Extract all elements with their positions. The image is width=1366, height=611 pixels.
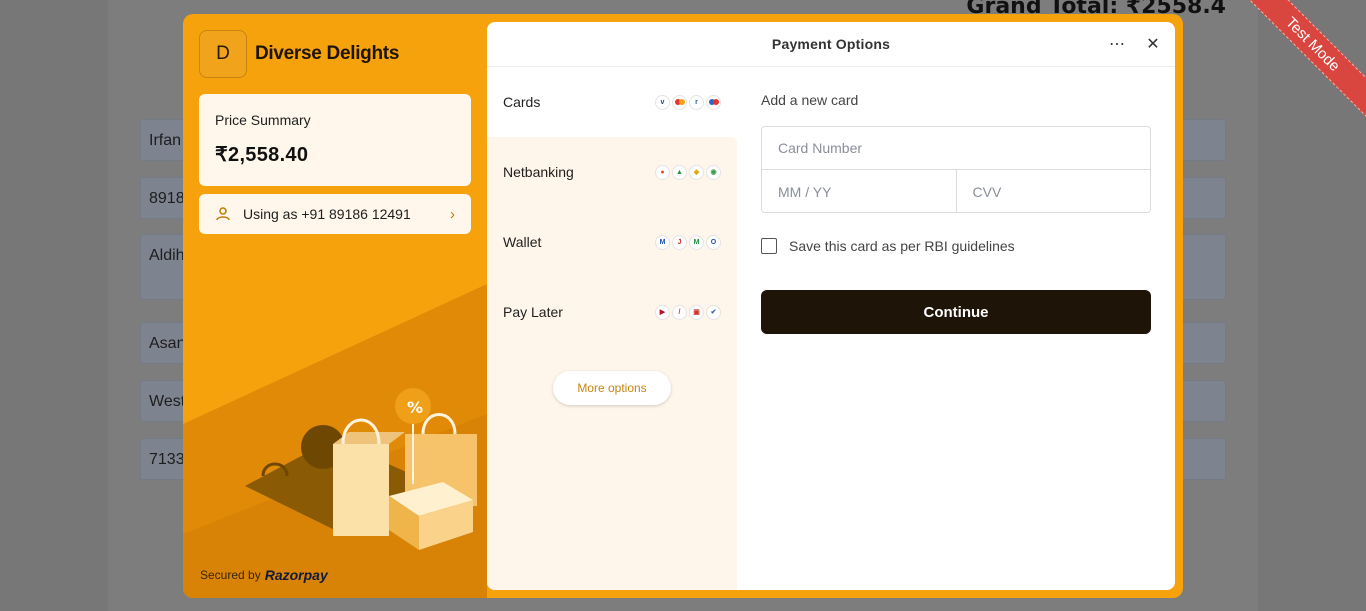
payment-options-panel: Payment Options ⋯ ✕ Cards v r Netbanking…: [487, 22, 1175, 590]
user-contact-label: Using as +91 89186 12491: [243, 206, 411, 222]
visa-icon: v: [655, 94, 670, 110]
panel-header: Payment Options ⋯ ✕: [487, 22, 1175, 67]
panel-title: Payment Options: [771, 36, 891, 52]
method-label: Cards: [503, 94, 541, 110]
user-contact-row[interactable]: Using as +91 89186 12491 ›: [199, 194, 471, 234]
more-options-label: More options: [577, 381, 647, 395]
more-options-button[interactable]: More options: [553, 371, 671, 405]
secured-by-label: Secured by: [200, 568, 261, 582]
paylater-icon-3: ▣: [689, 304, 704, 320]
maestro-icon: [706, 94, 721, 110]
method-pay-later[interactable]: Pay Later ▶ / ▣ ✔: [487, 277, 737, 347]
merchant-brand: D Diverse Delights: [199, 30, 399, 78]
method-icons: M J M O: [653, 234, 721, 250]
more-menu-icon[interactable]: ⋯: [1105, 32, 1129, 56]
method-cards[interactable]: Cards v r: [487, 67, 737, 137]
price-amount: ₹2,558.40: [215, 144, 309, 166]
save-card-label: Save this card as per RBI guidelines: [789, 238, 1015, 254]
method-netbanking[interactable]: Netbanking ● ▲ ◆ ◉: [487, 137, 737, 207]
paylater-icon-4: ✔: [706, 304, 721, 320]
method-wallet[interactable]: Wallet M J M O: [487, 207, 737, 277]
payment-methods-list: Cards v r Netbanking ● ▲ ◆ ◉ Wallet M J …: [487, 67, 737, 590]
bank-icon-1: ●: [655, 164, 670, 180]
close-icon[interactable]: ✕: [1141, 32, 1165, 56]
wallet-icon-2: J: [672, 234, 687, 250]
save-card-checkbox[interactable]: [761, 238, 777, 254]
checkout-modal: % D Diverse Delights Price Summary ₹2,55…: [183, 14, 1183, 598]
merchant-name: Diverse Delights: [255, 43, 400, 64]
rupay-icon: r: [689, 94, 704, 110]
method-icons: ● ▲ ◆ ◉: [653, 164, 721, 180]
method-icons: ▶ / ▣ ✔: [653, 304, 721, 320]
bank-icon-3: ◆: [689, 164, 704, 180]
secured-by: Secured by Razorpay: [200, 567, 328, 583]
price-summary-card: Price Summary ₹2,558.40: [199, 94, 471, 186]
save-card-row: Save this card as per RBI guidelines: [761, 238, 1151, 254]
card-number-input[interactable]: Card Number: [762, 127, 1150, 169]
cvv-input[interactable]: CVV: [955, 170, 1151, 213]
merchant-logo: D: [199, 30, 247, 78]
bank-icon-2: ▲: [672, 164, 687, 180]
mastercard-icon: [672, 94, 687, 110]
add-card-title: Add a new card: [761, 92, 859, 108]
continue-button[interactable]: Continue: [761, 290, 1151, 334]
razorpay-logo: Razorpay: [264, 567, 328, 583]
method-label: Netbanking: [503, 164, 574, 180]
continue-label: Continue: [923, 303, 989, 321]
method-label: Wallet: [503, 234, 542, 250]
card-input-group: Card Number MM / YY CVV: [761, 126, 1151, 213]
expiry-input[interactable]: MM / YY: [762, 170, 956, 213]
method-label: Pay Later: [503, 304, 563, 320]
user-icon: [215, 206, 235, 222]
price-summary-label: Price Summary: [215, 112, 311, 128]
chevron-right-icon: ›: [450, 205, 455, 223]
svg-text:%: %: [407, 398, 423, 417]
paylater-icon-1: ▶: [655, 304, 670, 320]
bank-icon-4: ◉: [706, 164, 721, 180]
wallet-icon-1: M: [655, 234, 670, 250]
add-card-form: Add a new card Card Number MM / YY CVV S…: [761, 92, 1151, 334]
wallet-icon-3: M: [689, 234, 704, 250]
paylater-icon-2: /: [672, 304, 687, 320]
merchant-pane: % D Diverse Delights Price Summary ₹2,55…: [183, 14, 487, 598]
method-icons: v r: [653, 94, 721, 110]
wallet-icon-4: O: [706, 234, 721, 250]
